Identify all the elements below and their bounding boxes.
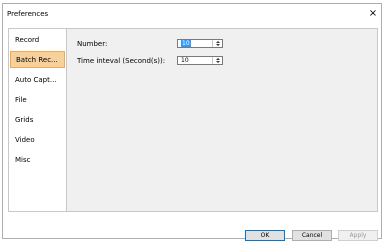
sidebar-item-file[interactable]: File <box>10 91 65 108</box>
cancel-button[interactable]: Cancel <box>292 230 332 241</box>
sidebar-item-batch-record[interactable]: Batch Rec... <box>10 51 65 68</box>
sidebar-item-video[interactable]: Video <box>10 131 65 148</box>
arrow-up-icon <box>215 40 220 43</box>
preferences-body: Record Batch Rec... Auto Capt... File Gr… <box>8 28 378 212</box>
preferences-dialog: Preferences × Record Batch Rec... Auto C… <box>2 3 382 241</box>
window-title: Preferences <box>7 10 49 18</box>
number-value[interactable]: 10 <box>181 40 191 47</box>
number-spinner[interactable]: 10 <box>177 39 223 48</box>
number-spin-buttons[interactable] <box>212 40 222 47</box>
arrow-up-icon <box>215 57 220 60</box>
interval-spin-buttons[interactable] <box>212 57 222 64</box>
sidebar-item-auto-capture[interactable]: Auto Capt... <box>10 71 65 88</box>
apply-button[interactable]: Apply <box>338 230 378 241</box>
arrow-down-icon <box>215 61 220 64</box>
interval-label: Time inteval (Second(s)): <box>77 57 166 65</box>
number-label: Number: <box>77 40 108 48</box>
number-decrement-button[interactable] <box>213 44 222 48</box>
interval-spinner[interactable]: 10 <box>177 56 223 65</box>
sidebar-item-record[interactable]: Record <box>10 31 65 48</box>
interval-value[interactable]: 10 <box>181 57 189 64</box>
sidebar-item-misc[interactable]: Misc <box>10 151 65 168</box>
sidebar-item-grids[interactable]: Grids <box>10 111 65 128</box>
interval-decrement-button[interactable] <box>213 61 222 65</box>
sidebar: Record Batch Rec... Auto Capt... File Gr… <box>9 29 67 211</box>
arrow-down-icon <box>215 44 220 47</box>
close-icon[interactable]: × <box>366 9 380 19</box>
ok-button[interactable]: OK <box>245 230 285 241</box>
title-bar: Preferences × <box>3 4 381 24</box>
batch-record-panel: Number: 10 Time inteval (Second(s)): 10 <box>67 29 377 211</box>
